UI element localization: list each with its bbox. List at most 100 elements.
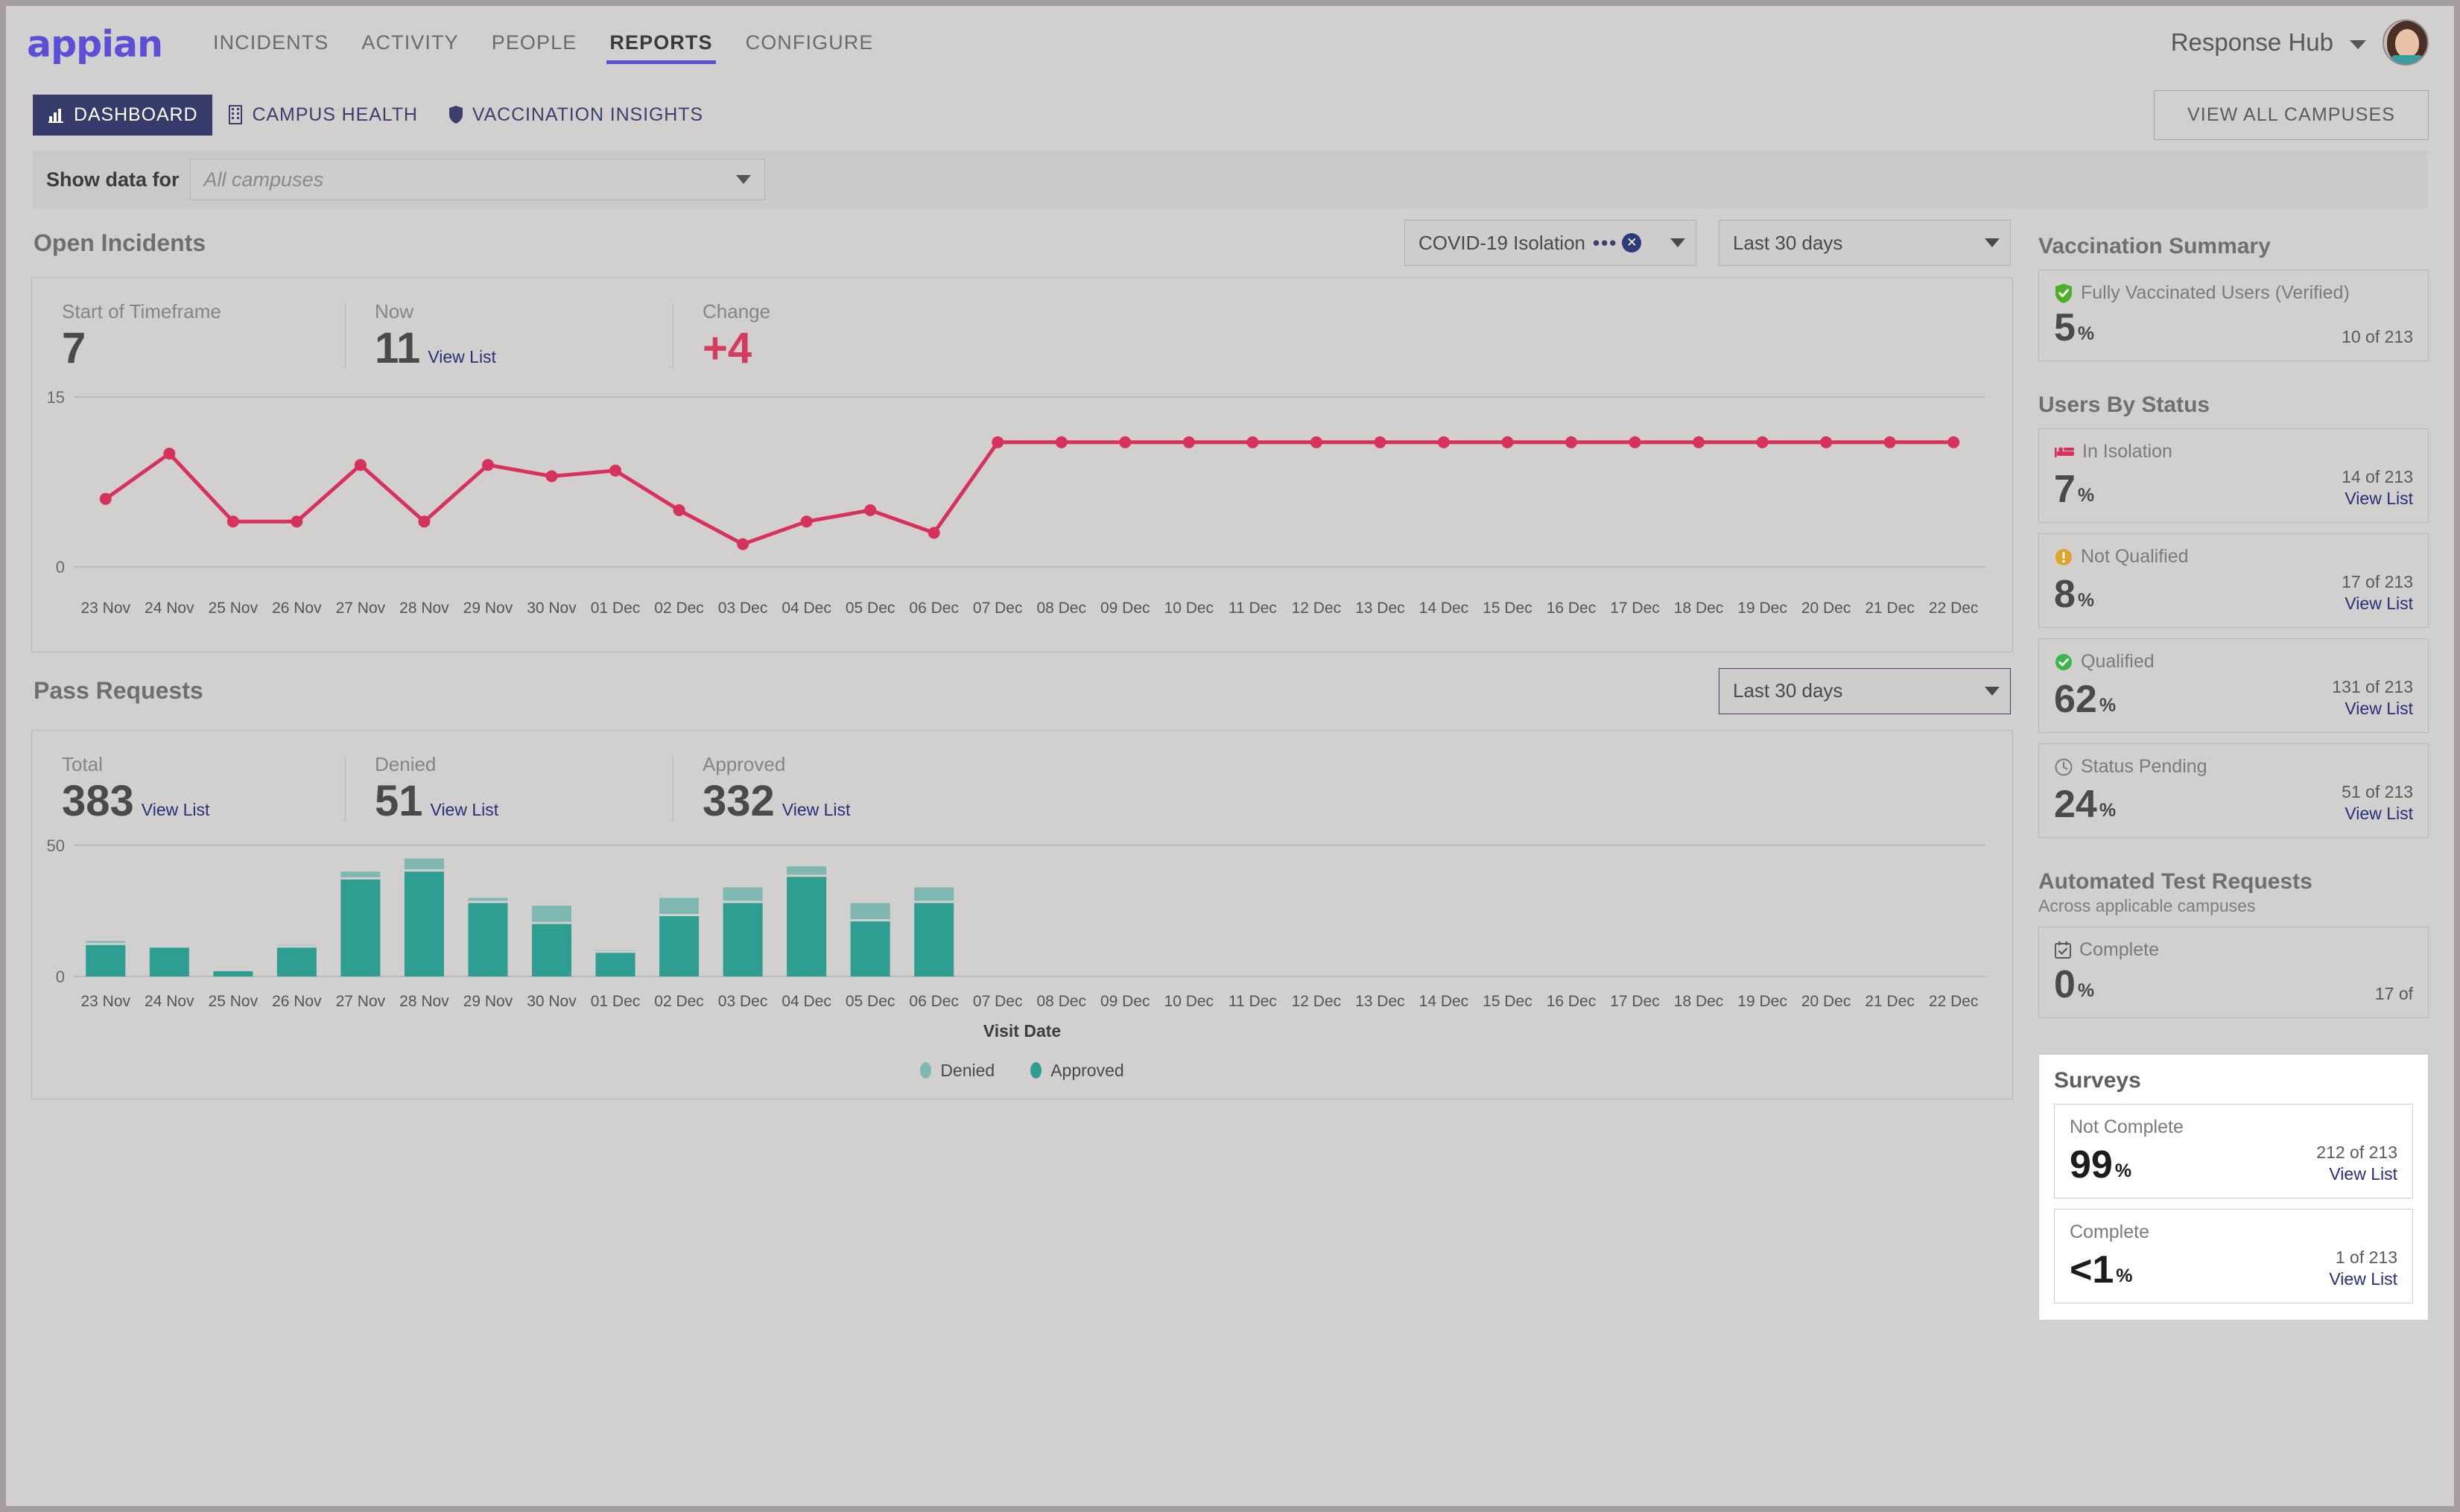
surveys-panel: Surveys Not Complete 99 % 212 of 213 Vie… (2038, 1054, 2429, 1321)
card-unit: % (2077, 323, 2095, 344)
clear-filter-icon[interactable]: ✕ (1622, 233, 1642, 252)
kpi-label: Denied (375, 752, 437, 775)
pass-requests-timeframe-value: Last 30 days (1733, 679, 1843, 702)
pass-requests-controls: Last 30 days (1719, 667, 2011, 714)
axis-tick-label: 03 Dec (717, 992, 768, 1010)
axis-tick-label: 10 Dec (1164, 599, 1214, 617)
card-unit: % (2099, 800, 2117, 821)
appian-logo[interactable]: appian (27, 26, 163, 63)
view-all-campuses-button[interactable]: VIEW ALL CAMPUSES (2154, 89, 2429, 140)
tab-campus-health[interactable]: CAMPUS HEALTH (212, 95, 432, 136)
axis-tick-label: 28 Nov (399, 599, 449, 617)
nav-link-reports[interactable]: REPORTS (593, 6, 729, 79)
vaccination-summary-title: Vaccination Summary (2038, 234, 2271, 258)
card-value: 99 (2070, 1143, 2113, 1187)
axis-tick-label: 01 Dec (590, 599, 641, 617)
card-count: 212 of 213 (2316, 1143, 2397, 1162)
avatar[interactable] (2383, 19, 2429, 66)
axis-tick-label: 13 Dec (1355, 992, 1405, 1010)
card-count: 51 of 213 (2342, 782, 2413, 801)
card-status-pending[interactable]: Status Pending 24 % 51 of 213 View List (2038, 743, 2429, 838)
main-nav-links: INCIDENTS ACTIVITY PEOPLE REPORTS CONFIG… (197, 6, 890, 79)
legend-swatch-denied (920, 1062, 932, 1079)
pass-requests-card: Total 383 View List Denied 51 View List (31, 729, 2013, 1099)
card-fully-vaccinated[interactable]: Fully Vaccinated Users (Verified) 5 % 10… (2038, 270, 2429, 361)
legend-label-approved: Approved (1050, 1060, 1124, 1080)
user-name-label: Response Hub (2170, 28, 2333, 56)
open-incidents-line-chart: 0 15 23 Nov 24 Nov 25 Nov 26 Nov 27 Nov 28 Nov… (32, 376, 2012, 617)
legend-item-approved[interactable]: Approved (1030, 1060, 1124, 1081)
automated-test-requests-subtitle: Across applicable campuses (2038, 896, 2256, 915)
axis-tick-label: 25 Nov (208, 599, 259, 617)
shield-icon (448, 105, 464, 124)
avatar-shirt (2390, 55, 2424, 64)
user-menu[interactable]: Response Hub (2171, 19, 2429, 66)
axis-tick-label: 07 Dec (972, 992, 1023, 1010)
card-survey-not-complete[interactable]: Not Complete 99 % 212 of 213 View List (2054, 1104, 2413, 1198)
axis-tick-label: 03 Dec (717, 599, 768, 617)
axis-tick-label: 29 Nov (463, 992, 513, 1010)
surveys-title: Surveys (2054, 1068, 2141, 1093)
card-value: 24 (2054, 783, 2097, 826)
axis-tick-label: 09 Dec (1100, 599, 1150, 617)
axis-tick-label: 06 Dec (909, 992, 959, 1010)
pass-requests-timeframe-select[interactable]: Last 30 days (1719, 667, 2011, 714)
axis-tick-label: 26 Nov (272, 992, 322, 1010)
view-list-link[interactable]: View List (428, 347, 496, 367)
axis-tick-label: 23 Nov (80, 599, 131, 617)
tab-dashboard[interactable]: DASHBOARD (33, 94, 213, 136)
nav-link-incidents[interactable]: INCIDENTS (197, 6, 345, 79)
kpi-total: Total 383 View List (32, 753, 345, 825)
kpi-label: Start of Timeframe (62, 300, 221, 323)
chevron-down-icon (735, 175, 751, 184)
nav-link-configure[interactable]: CONFIGURE (729, 6, 890, 79)
kpi-start-of-timeframe: Start of Timeframe 7 (32, 300, 345, 372)
nav-link-activity[interactable]: ACTIVITY (345, 6, 475, 79)
axis-tick-label: 30 Nov (527, 599, 577, 617)
axis-tick-label: 14 Dec (1418, 599, 1469, 617)
axis-tick-label: 26 Nov (272, 599, 322, 617)
view-list-link[interactable]: View List (2329, 1164, 2397, 1184)
incident-type-select[interactable]: COVID-19 Isolation Incid ••• ✕ (1404, 220, 1696, 266)
view-list-link[interactable]: View List (2345, 489, 2413, 509)
tab-vaccination-insights[interactable]: VACCINATION INSIGHTS (433, 95, 718, 136)
card-survey-complete[interactable]: Complete <1 % 1 of 213 View List (2054, 1209, 2413, 1303)
axis-tick-label: 10 Dec (1164, 992, 1214, 1010)
card-automated-complete[interactable]: Complete 0 % 17 of (2038, 927, 2429, 1018)
card-in-isolation[interactable]: In Isolation 7 % 14 of 213 View List (2038, 428, 2429, 523)
view-list-link[interactable]: View List (782, 800, 851, 820)
kpi-denied: Denied 51 View List (345, 753, 673, 825)
view-list-link[interactable]: View List (2345, 804, 2413, 824)
axis-tick-label: 28 Nov (399, 992, 449, 1010)
axis-tick-label: 16 Dec (1546, 599, 1597, 617)
pass-requests-bar-chart: 0 50 23 Nov 24 Nov 25 Nov 26 Nov 27 Nov 28 Nov… (32, 829, 2012, 1099)
axis-tick-label: 13 Dec (1355, 599, 1405, 617)
building-icon (227, 105, 244, 124)
nav-link-people[interactable]: PEOPLE (475, 6, 594, 79)
view-list-link[interactable]: View List (2345, 594, 2413, 614)
view-list-link[interactable]: View List (431, 800, 499, 820)
incidents-timeframe-select[interactable]: Last 30 days (1719, 220, 2011, 266)
kpi-label: Change (703, 300, 771, 323)
calendar-check-icon (2054, 941, 2072, 960)
campus-select[interactable]: All campuses (189, 159, 765, 200)
svg-text:50: 50 (47, 836, 65, 855)
line-chart-x-labels: 23 Nov 24 Nov 25 Nov 26 Nov 27 Nov 28 Nov 29 N… (32, 600, 2012, 617)
axis-tick-label: 18 Dec (1673, 599, 1724, 617)
tab-vaccination-insights-label: VACCINATION INSIGHTS (472, 104, 704, 125)
view-list-link[interactable]: View List (2345, 699, 2413, 719)
card-qualified[interactable]: Qualified 62 % 131 of 213 View List (2038, 638, 2429, 733)
card-not-qualified[interactable]: Not Qualified 8 % 17 of 213 View List (2038, 533, 2429, 628)
axis-tick-label: 21 Dec (1865, 599, 1915, 617)
axis-tick-label: 04 Dec (782, 599, 831, 617)
axis-tick-label: 11 Dec (1228, 599, 1277, 617)
legend-item-denied[interactable]: Denied (920, 1061, 995, 1081)
card-count: 17 of 213 (2342, 572, 2413, 591)
view-list-link[interactable]: View List (2329, 1269, 2397, 1289)
chevron-down-icon (1985, 238, 2000, 247)
view-list-link[interactable]: View List (142, 800, 210, 820)
axis-tick-label: 06 Dec (909, 599, 959, 617)
bar-chart-x-labels: 23 Nov 24 Nov 25 Nov 26 Nov 27 Nov 28 Nov 29 N… (32, 993, 2012, 1011)
axis-tick-label: 24 Nov (145, 599, 194, 617)
card-unit: % (2099, 695, 2117, 716)
